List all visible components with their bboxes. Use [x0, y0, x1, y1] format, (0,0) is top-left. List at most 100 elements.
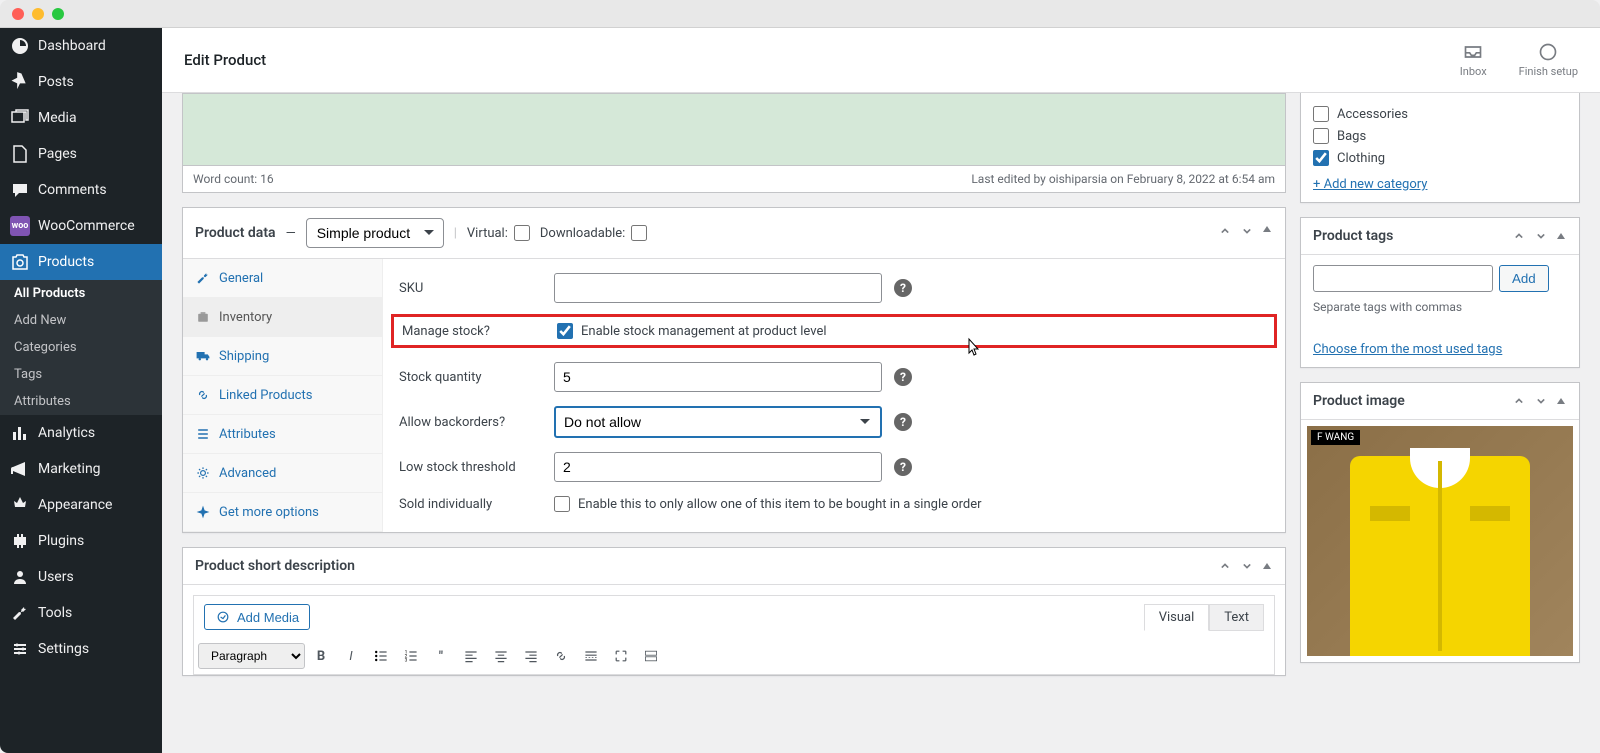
sidebar-sub-all-products[interactable]: All Products: [0, 280, 162, 307]
toolbar-toggle-button[interactable]: [637, 642, 665, 670]
category-item[interactable]: Accessories: [1313, 103, 1567, 125]
category-checkbox[interactable]: [1313, 106, 1329, 122]
manage-stock-checkbox[interactable]: [557, 323, 573, 339]
stock-qty-input[interactable]: [554, 362, 882, 392]
sku-label: SKU: [399, 281, 554, 296]
choose-tags-link[interactable]: Choose from the most used tags: [1313, 342, 1502, 357]
inbox-button[interactable]: Inbox: [1460, 42, 1487, 78]
sidebar-sub-attributes[interactable]: Attributes: [0, 388, 162, 415]
sidebar-item-dashboard[interactable]: Dashboard: [0, 28, 162, 64]
tags-input[interactable]: [1313, 265, 1493, 292]
window-titlebar: [0, 0, 1600, 28]
chevron-up-icon[interactable]: [1217, 558, 1233, 574]
triangle-up-icon[interactable]: [1555, 393, 1567, 409]
sidebar-sub-add-new[interactable]: Add New: [0, 307, 162, 334]
category-checkbox[interactable]: [1313, 128, 1329, 144]
tags-title: Product tags: [1313, 228, 1393, 244]
tab-attributes[interactable]: Attributes: [183, 415, 382, 454]
italic-button[interactable]: I: [337, 642, 365, 670]
virtual-checkbox[interactable]: [514, 225, 530, 241]
chevron-down-icon[interactable]: [1239, 223, 1255, 243]
sidebar-item-settings[interactable]: Settings: [0, 631, 162, 667]
add-tag-button[interactable]: Add: [1499, 265, 1549, 292]
close-window-button[interactable]: [12, 8, 24, 20]
align-center-button[interactable]: [487, 642, 515, 670]
sidebar-sub-tags[interactable]: Tags: [0, 361, 162, 388]
readmore-button[interactable]: [577, 642, 605, 670]
chevron-down-icon[interactable]: [1239, 558, 1255, 574]
virtual-checkbox-label: Virtual:: [467, 225, 530, 241]
short-description-panel: Product short description: [182, 547, 1286, 676]
product-type-select[interactable]: Simple product: [306, 218, 444, 248]
low-stock-input[interactable]: [554, 452, 882, 482]
sidebar-item-comments[interactable]: Comments: [0, 172, 162, 208]
category-item[interactable]: Clothing: [1313, 147, 1567, 169]
maximize-window-button[interactable]: [52, 8, 64, 20]
help-icon[interactable]: ?: [894, 413, 912, 431]
categories-panel: Accessories Bags Clothing + Add new cate…: [1300, 93, 1580, 203]
tab-shipping[interactable]: Shipping: [183, 337, 382, 376]
sku-input[interactable]: [554, 273, 882, 303]
sidebar-item-posts[interactable]: Posts: [0, 64, 162, 100]
sidebar-item-plugins[interactable]: Plugins: [0, 523, 162, 559]
align-right-button[interactable]: [517, 642, 545, 670]
sidebar-label: WooCommerce: [38, 218, 135, 234]
bullet-list-button[interactable]: [367, 642, 395, 670]
editor-toolbar: Paragraph B I 123 ": [193, 638, 1275, 675]
fullscreen-button[interactable]: [607, 642, 635, 670]
chevron-up-icon[interactable]: [1511, 393, 1527, 409]
chevron-down-icon[interactable]: [1533, 393, 1549, 409]
sidebar-item-analytics[interactable]: Analytics: [0, 415, 162, 451]
sidebar-item-products[interactable]: Products: [0, 244, 162, 280]
tab-inventory[interactable]: Inventory: [183, 298, 382, 337]
numbered-list-button[interactable]: 123: [397, 642, 425, 670]
editor-tab-visual[interactable]: Visual: [1144, 604, 1210, 631]
bold-button[interactable]: B: [307, 642, 335, 670]
format-select[interactable]: Paragraph: [198, 643, 305, 669]
backorders-select[interactable]: Do not allow: [554, 406, 882, 438]
sidebar-item-tools[interactable]: Tools: [0, 595, 162, 631]
chevron-down-icon[interactable]: [1533, 228, 1549, 244]
category-checkbox[interactable]: [1313, 150, 1329, 166]
tab-get-more[interactable]: Get more options: [183, 493, 382, 532]
admin-sidebar: Dashboard Posts Media Pages Comments woo…: [0, 28, 162, 753]
minimize-window-button[interactable]: [32, 8, 44, 20]
link-button[interactable]: [547, 642, 575, 670]
downloadable-checkbox[interactable]: [631, 225, 647, 241]
sidebar-item-appearance[interactable]: Appearance: [0, 487, 162, 523]
triangle-up-icon[interactable]: [1261, 223, 1273, 243]
product-image-thumbnail[interactable]: F WANG: [1307, 426, 1573, 656]
editor-tab-text[interactable]: Text: [1209, 604, 1264, 631]
help-icon[interactable]: ?: [894, 279, 912, 297]
chevron-up-icon[interactable]: [1511, 228, 1527, 244]
content-editor-area[interactable]: [182, 93, 1286, 165]
add-media-button[interactable]: Add Media: [204, 604, 310, 630]
align-left-button[interactable]: [457, 642, 485, 670]
sold-individually-checkbox[interactable]: [554, 496, 570, 512]
sidebar-item-marketing[interactable]: Marketing: [0, 451, 162, 487]
sidebar-label: Media: [38, 110, 77, 126]
triangle-up-icon[interactable]: [1555, 228, 1567, 244]
category-item[interactable]: Bags: [1313, 125, 1567, 147]
help-icon[interactable]: ?: [894, 458, 912, 476]
sold-individually-desc: Enable this to only allow one of this it…: [578, 497, 982, 512]
add-category-link[interactable]: + Add new category: [1313, 177, 1427, 192]
product-tags-panel: Product tags Add: [1300, 217, 1580, 368]
circle-icon: [1538, 42, 1558, 62]
sidebar-item-woocommerce[interactable]: woo WooCommerce: [0, 208, 162, 244]
editor-statusbar: Word count: 16 Last edited by oishiparsi…: [182, 165, 1286, 193]
tab-advanced[interactable]: Advanced: [183, 454, 382, 493]
tab-linked[interactable]: Linked Products: [183, 376, 382, 415]
triangle-up-icon[interactable]: [1261, 558, 1273, 574]
chevron-up-icon[interactable]: [1217, 223, 1233, 243]
sidebar-item-media[interactable]: Media: [0, 100, 162, 136]
quote-button[interactable]: ": [427, 642, 455, 670]
sidebar-item-pages[interactable]: Pages: [0, 136, 162, 172]
help-icon[interactable]: ?: [894, 368, 912, 386]
finish-setup-button[interactable]: Finish setup: [1519, 42, 1578, 78]
sidebar-sub-categories[interactable]: Categories: [0, 334, 162, 361]
image-title: Product image: [1313, 393, 1405, 409]
sidebar-item-users[interactable]: Users: [0, 559, 162, 595]
tab-general[interactable]: General: [183, 259, 382, 298]
manage-stock-highlight: Manage stock? Enable stock management at…: [391, 314, 1277, 348]
